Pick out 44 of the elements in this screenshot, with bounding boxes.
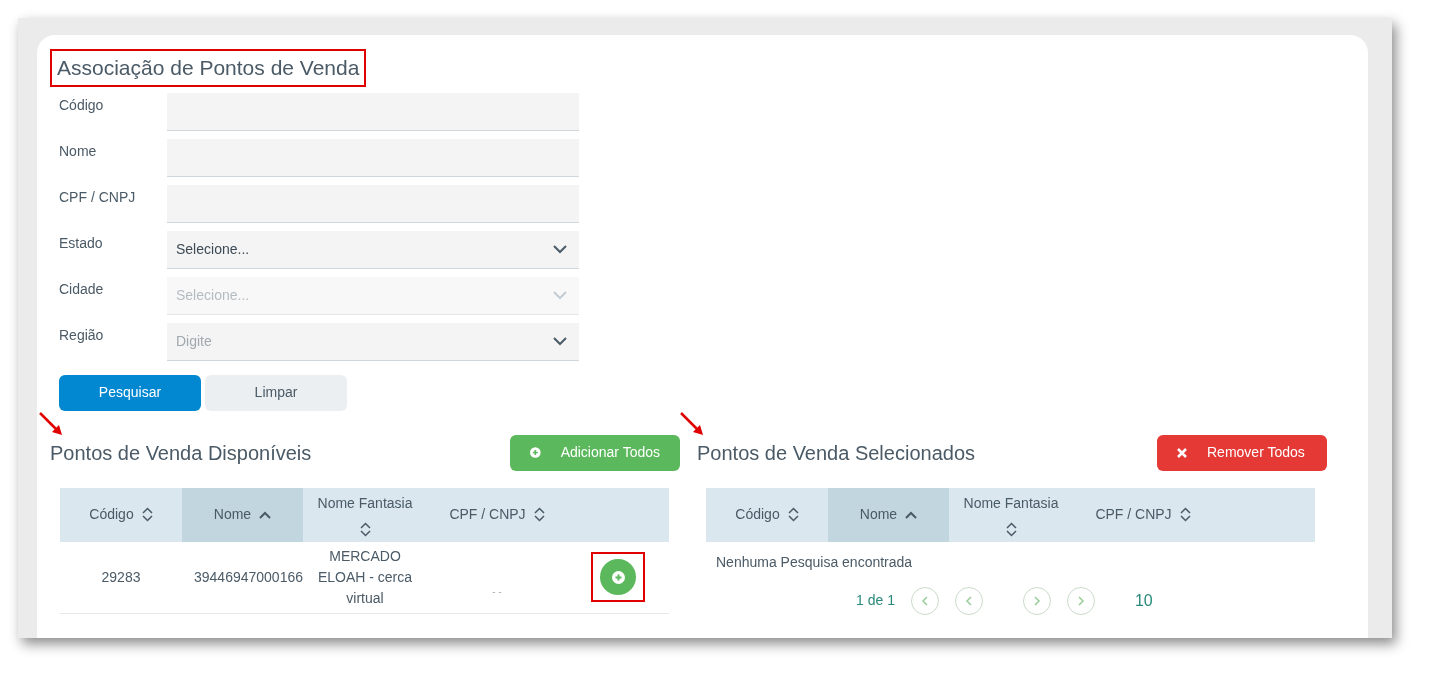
chevron-down-icon (553, 336, 567, 346)
plus-circle-icon (611, 570, 625, 584)
column-header[interactable]: Nome (182, 487, 303, 542)
plus-circle-icon (530, 446, 541, 459)
table-cell-text: MERCADO ELOAH - cerca virtual (316, 546, 414, 608)
close-icon (1177, 447, 1187, 458)
field-label: Código (59, 95, 105, 115)
section-title: Pontos de Venda Selecionados (697, 440, 975, 466)
field-label: Região (59, 325, 105, 345)
table-cell-text: 39446947000166 (193, 567, 303, 587)
field-label: CPF / CNPJ (59, 187, 137, 207)
section-title: Pontos de Venda Disponíveis (50, 440, 312, 466)
table-cell-text: 29283 (100, 567, 142, 587)
column-header[interactable]: CPF / CNPJ (1073, 487, 1213, 542)
clear-button[interactable]: Limpar (205, 374, 347, 411)
input-field[interactable] (167, 138, 579, 177)
field-label: Cidade (59, 279, 105, 299)
table-cell-text: - - (491, 584, 503, 599)
chevron-left-icon (963, 595, 974, 606)
column-header[interactable]: CPF / CNPJ (427, 487, 567, 542)
input-field[interactable] (167, 184, 579, 223)
empty-message: Nenhuma Pesquisa encontrada (715, 552, 914, 572)
page-title: Associação de Pontos de Venda (57, 55, 360, 81)
page-range: 1 de 1 (856, 591, 895, 610)
chevron-right-icon (1031, 595, 1042, 606)
remove-all-button[interactable]: Remover Todos (1157, 434, 1327, 471)
annotation-arrow (38, 410, 64, 437)
chevron-right-icon (1075, 595, 1086, 606)
column-header[interactable]: Código (706, 487, 828, 542)
column-header[interactable]: Nome (828, 487, 949, 542)
chevron-down-icon (553, 290, 567, 300)
input-field[interactable] (167, 92, 579, 131)
column-header[interactable]: Nome Fantasia (949, 487, 1073, 542)
chevron-left-icon (919, 595, 930, 606)
chevron-down-icon (553, 244, 567, 254)
column-header[interactable]: Código (60, 487, 182, 542)
select-field[interactable]: Selecione... (167, 230, 579, 269)
search-button[interactable]: Pesquisar (59, 374, 201, 411)
column-header[interactable]: Nome Fantasia (303, 487, 427, 542)
field-label: Estado (59, 233, 104, 253)
annotation-arrow (679, 410, 705, 437)
page-size-select[interactable]: 10 (1134, 588, 1153, 613)
add-button[interactable] (600, 559, 636, 595)
field-label: Nome (59, 141, 98, 161)
